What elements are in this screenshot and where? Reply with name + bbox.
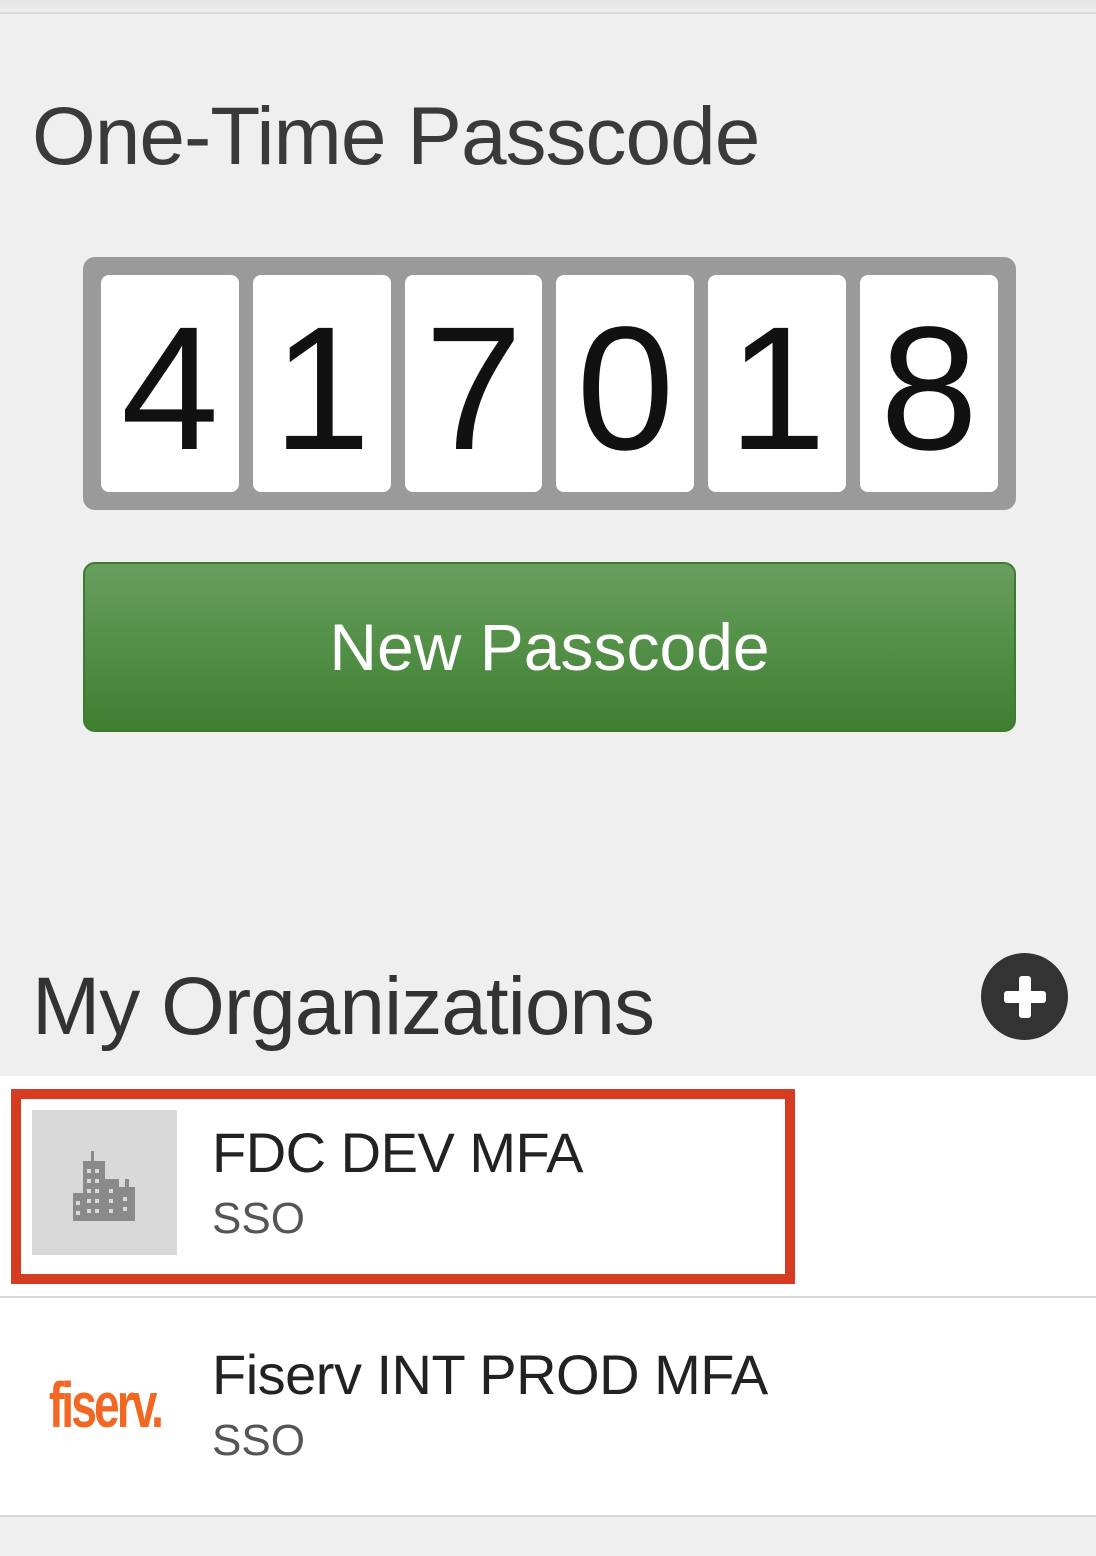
passcode-digit: 0 [556,275,695,492]
passcode-digit: 7 [404,275,543,492]
passcode-digit: 1 [252,275,391,492]
passcode-digit: 8 [860,275,998,492]
organization-type: SSO [212,1194,305,1243]
organization-item-fiserv-int-prod-mfa[interactable]: fiserv. Fiserv INT PROD MFA SSO [0,1296,1096,1516]
organization-name: FDC DEV MFA [212,1121,583,1184]
organization-name: Fiserv INT PROD MFA [212,1343,768,1406]
otp-title: One-Time Passcode [32,91,760,182]
new-passcode-button[interactable]: New Passcode [83,562,1016,732]
top-bar-shadow [0,0,1096,14]
passcode-digit: 1 [708,275,847,492]
organization-item-fdc-dev-mfa[interactable]: FDC DEV MFA SSO [0,1076,1096,1296]
organization-logo [32,1110,177,1255]
passcode-digit: 4 [101,275,239,492]
app-screen: One-Time Passcode 4 1 7 0 1 8 New Passco… [0,0,1096,1556]
organization-list: FDC DEV MFA SSO fiserv. Fiserv INT PROD … [0,1076,1096,1517]
plus-circle-icon [1003,975,1046,1018]
organization-type: SSO [212,1416,305,1465]
add-organization-button[interactable] [981,953,1068,1040]
organization-logo: fiserv. [32,1332,177,1477]
fiserv-logo: fiserv. [48,1368,163,1441]
passcode-display: 4 1 7 0 1 8 [83,257,1016,510]
organizations-title: My Organizations [32,961,655,1052]
building-icon [72,1150,135,1221]
